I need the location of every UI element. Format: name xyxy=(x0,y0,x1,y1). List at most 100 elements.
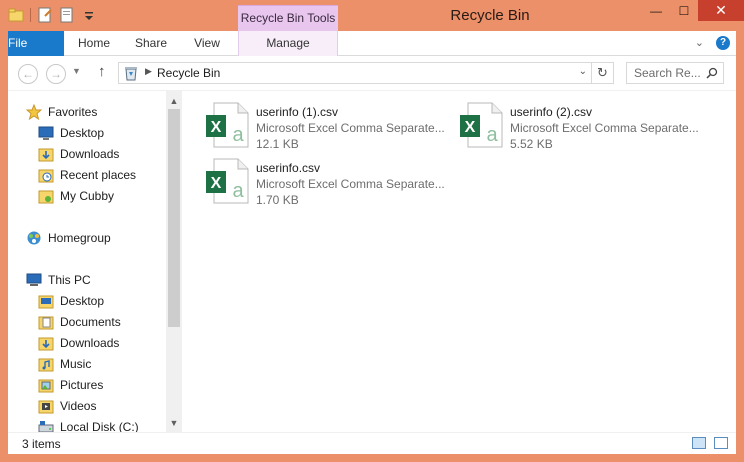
nav-fav-recent-places[interactable]: Recent places xyxy=(38,164,182,185)
file-size: 1.70 KB xyxy=(256,193,299,207)
large-icons-view-icon[interactable] xyxy=(714,437,728,449)
tab-share[interactable]: Share xyxy=(124,31,178,56)
nav-pc-music-label: Music xyxy=(60,356,92,371)
nav-pc-music[interactable]: Music xyxy=(38,353,182,374)
navigation-pane: Favorites Desktop Downloads Recent place… xyxy=(8,91,182,433)
address-path[interactable]: Recycle Bin xyxy=(157,66,220,80)
view-switcher xyxy=(692,437,728,449)
recent-places-icon xyxy=(38,169,54,182)
svg-text:X: X xyxy=(465,119,476,136)
nav-scrollbar[interactable]: ▲ ▼ xyxy=(166,91,182,433)
item-count: 3 items xyxy=(22,437,61,451)
nav-fav-desktop-label: Desktop xyxy=(60,125,105,140)
help-icon[interactable]: ? xyxy=(716,36,730,50)
ribbon-right-controls: ⌄ ? xyxy=(695,36,730,50)
scroll-up-icon[interactable]: ▲ xyxy=(166,93,182,109)
file-item[interactable]: X a userinfo (1).csv Microsoft Excel Com… xyxy=(206,101,456,153)
tab-home[interactable]: Home xyxy=(66,31,122,56)
recycle-bin-icon xyxy=(125,67,137,81)
excel-csv-icon: X a xyxy=(460,102,503,148)
nav-favorites[interactable]: Favorites xyxy=(26,101,182,122)
search-placeholder: Search Re... xyxy=(634,66,701,80)
window-controls: — ☐ ✕ xyxy=(642,0,744,21)
address-dropdown-icon[interactable]: ⌄ xyxy=(579,66,587,77)
maximize-button[interactable]: ☐ xyxy=(670,0,698,21)
nav-pc-downloads-label: Downloads xyxy=(60,335,120,350)
svg-text:a: a xyxy=(486,124,498,146)
nav-pc-local-disk[interactable]: Local Disk (C:) xyxy=(38,416,182,433)
nav-pc-desktop-label: Desktop xyxy=(60,293,105,308)
nav-homegroup[interactable]: Homegroup xyxy=(26,227,182,248)
search-icon[interactable] xyxy=(706,67,718,79)
excel-csv-icon: X a xyxy=(206,102,249,148)
nav-pc-documents[interactable]: Documents xyxy=(38,311,182,332)
nav-this-pc[interactable]: This PC xyxy=(26,269,182,290)
tab-view[interactable]: View xyxy=(180,31,234,56)
details-view-icon[interactable] xyxy=(692,437,706,449)
nav-pc-downloads[interactable]: Downloads xyxy=(38,332,182,353)
close-button[interactable]: ✕ xyxy=(698,0,744,21)
music-folder-icon xyxy=(38,358,54,371)
file-type: Microsoft Excel Comma Separate... xyxy=(510,121,699,135)
nav-pc-documents-label: Documents xyxy=(60,314,121,329)
nav-pc-desktop[interactable]: Desktop xyxy=(38,290,182,311)
desktop-icon xyxy=(38,126,54,140)
cubby-icon xyxy=(38,190,54,203)
file-item[interactable]: X a userinfo (2).csv Microsoft Excel Com… xyxy=(460,101,710,153)
title-bar: Recycle Bin Tools Recycle Bin — ☐ ✕ xyxy=(0,0,744,32)
forward-button[interactable]: → xyxy=(46,64,66,84)
file-name: userinfo.csv xyxy=(256,161,321,175)
search-input[interactable]: Search Re... xyxy=(626,62,724,84)
file-size: 12.1 KB xyxy=(256,137,299,151)
ribbon-tab-row: File Home Share View Manage ⌄ ? xyxy=(8,31,736,83)
nav-fav-desktop[interactable]: Desktop xyxy=(38,122,182,143)
star-icon xyxy=(26,103,42,120)
nav-pc-local-disk-label: Local Disk (C:) xyxy=(60,419,139,434)
explorer-window: Recycle Bin Tools Recycle Bin — ☐ ✕ File… xyxy=(0,0,744,462)
svg-text:X: X xyxy=(211,119,222,136)
file-info: userinfo (2).csv Microsoft Excel Comma S… xyxy=(510,101,699,153)
nav-pc-videos-label: Videos xyxy=(60,398,97,413)
nav-fav-recent-places-label: Recent places xyxy=(60,167,137,182)
recent-locations-icon[interactable]: ▼ xyxy=(72,66,81,76)
computer-icon xyxy=(26,273,42,286)
refresh-button[interactable]: ↻ xyxy=(591,63,613,83)
excel-csv-icon: X a xyxy=(206,158,249,204)
file-type: Microsoft Excel Comma Separate... xyxy=(256,177,445,191)
tab-manage[interactable]: Manage xyxy=(238,31,338,56)
nav-fav-downloads-label: Downloads xyxy=(60,146,120,161)
nav-favorites-label: Favorites xyxy=(48,104,98,119)
nav-fav-my-cubby-label: My Cubby xyxy=(60,188,115,203)
file-type: Microsoft Excel Comma Separate... xyxy=(256,121,445,135)
up-button[interactable]: ↑ xyxy=(98,63,106,80)
file-info: userinfo (1).csv Microsoft Excel Comma S… xyxy=(256,101,445,153)
back-button[interactable]: ← xyxy=(18,64,38,84)
nav-pc-pictures[interactable]: Pictures xyxy=(38,374,182,395)
downloads-folder-icon xyxy=(38,337,54,350)
nav-pc-videos[interactable]: Videos xyxy=(38,395,182,416)
window-title-wrap: Recycle Bin xyxy=(0,7,744,24)
svg-text:a: a xyxy=(232,180,244,202)
local-disk-icon xyxy=(38,420,54,432)
file-list: X a userinfo (1).csv Microsoft Excel Com… xyxy=(182,91,736,433)
expand-ribbon-icon[interactable]: ⌄ xyxy=(695,36,704,50)
svg-text:a: a xyxy=(232,124,244,146)
documents-folder-icon xyxy=(38,316,54,329)
scroll-down-icon[interactable]: ▼ xyxy=(166,415,182,431)
scrollbar-thumb[interactable] xyxy=(168,109,180,327)
minimize-button[interactable]: — xyxy=(642,0,670,21)
folder-icon xyxy=(38,295,54,308)
address-row: ← → ▼ ↑ ▶ Recycle Bin ⌄ ↻ Search Re... xyxy=(8,56,736,90)
address-bar[interactable]: ▶ Recycle Bin ⌄ ↻ xyxy=(118,62,614,84)
content-area: Favorites Desktop Downloads Recent place… xyxy=(8,90,736,433)
nav-pc-pictures-label: Pictures xyxy=(60,377,104,392)
file-name: userinfo (2).csv xyxy=(510,105,593,119)
nav-fav-downloads[interactable]: Downloads xyxy=(38,143,182,164)
breadcrumb-chevron-icon[interactable]: ▶ xyxy=(145,66,152,77)
file-name: userinfo (1).csv xyxy=(256,105,339,119)
downloads-folder-icon xyxy=(38,148,54,161)
file-item[interactable]: X a userinfo.csv Microsoft Excel Comma S… xyxy=(206,157,456,209)
homegroup-icon xyxy=(27,231,41,244)
nav-fav-my-cubby[interactable]: My Cubby xyxy=(38,185,182,206)
nav-homegroup-label: Homegroup xyxy=(48,230,111,245)
